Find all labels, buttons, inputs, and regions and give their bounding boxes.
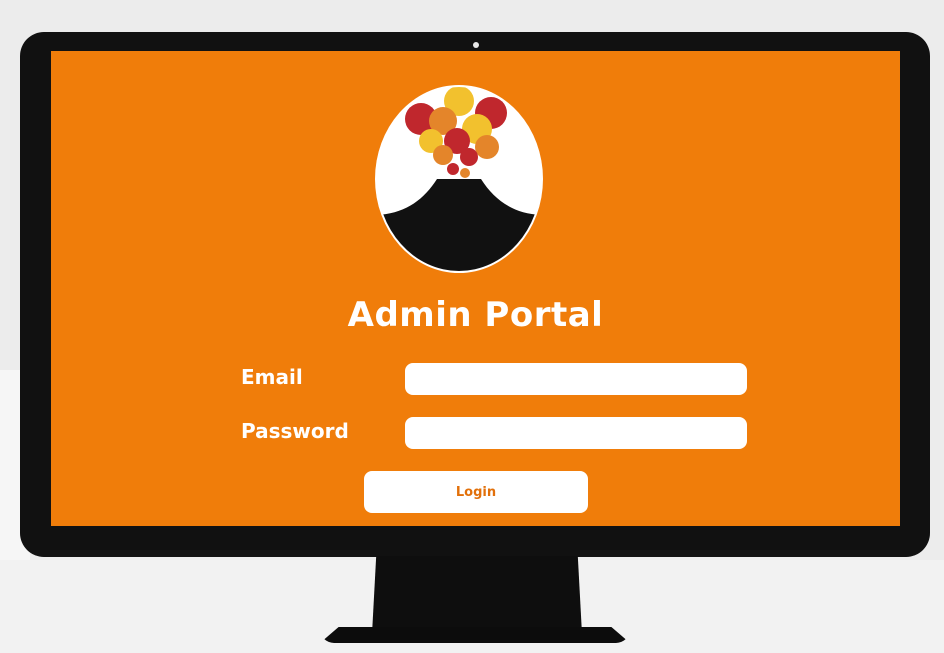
page-title: Admin Portal: [347, 295, 604, 335]
monitor-stand: [372, 556, 582, 634]
password-label: Password: [241, 419, 349, 443]
email-input[interactable]: [405, 363, 747, 395]
monitor-base: [320, 627, 630, 643]
email-label: Email: [241, 365, 303, 389]
monitor-bezel: Admin Portal Email Password Login: [20, 32, 930, 557]
login-button[interactable]: Login: [364, 471, 588, 513]
password-input[interactable]: [405, 417, 747, 449]
webcam-dot: [473, 42, 479, 48]
volcano-logo-icon: [375, 85, 543, 273]
monitor-screen: Admin Portal Email Password Login: [51, 51, 900, 526]
